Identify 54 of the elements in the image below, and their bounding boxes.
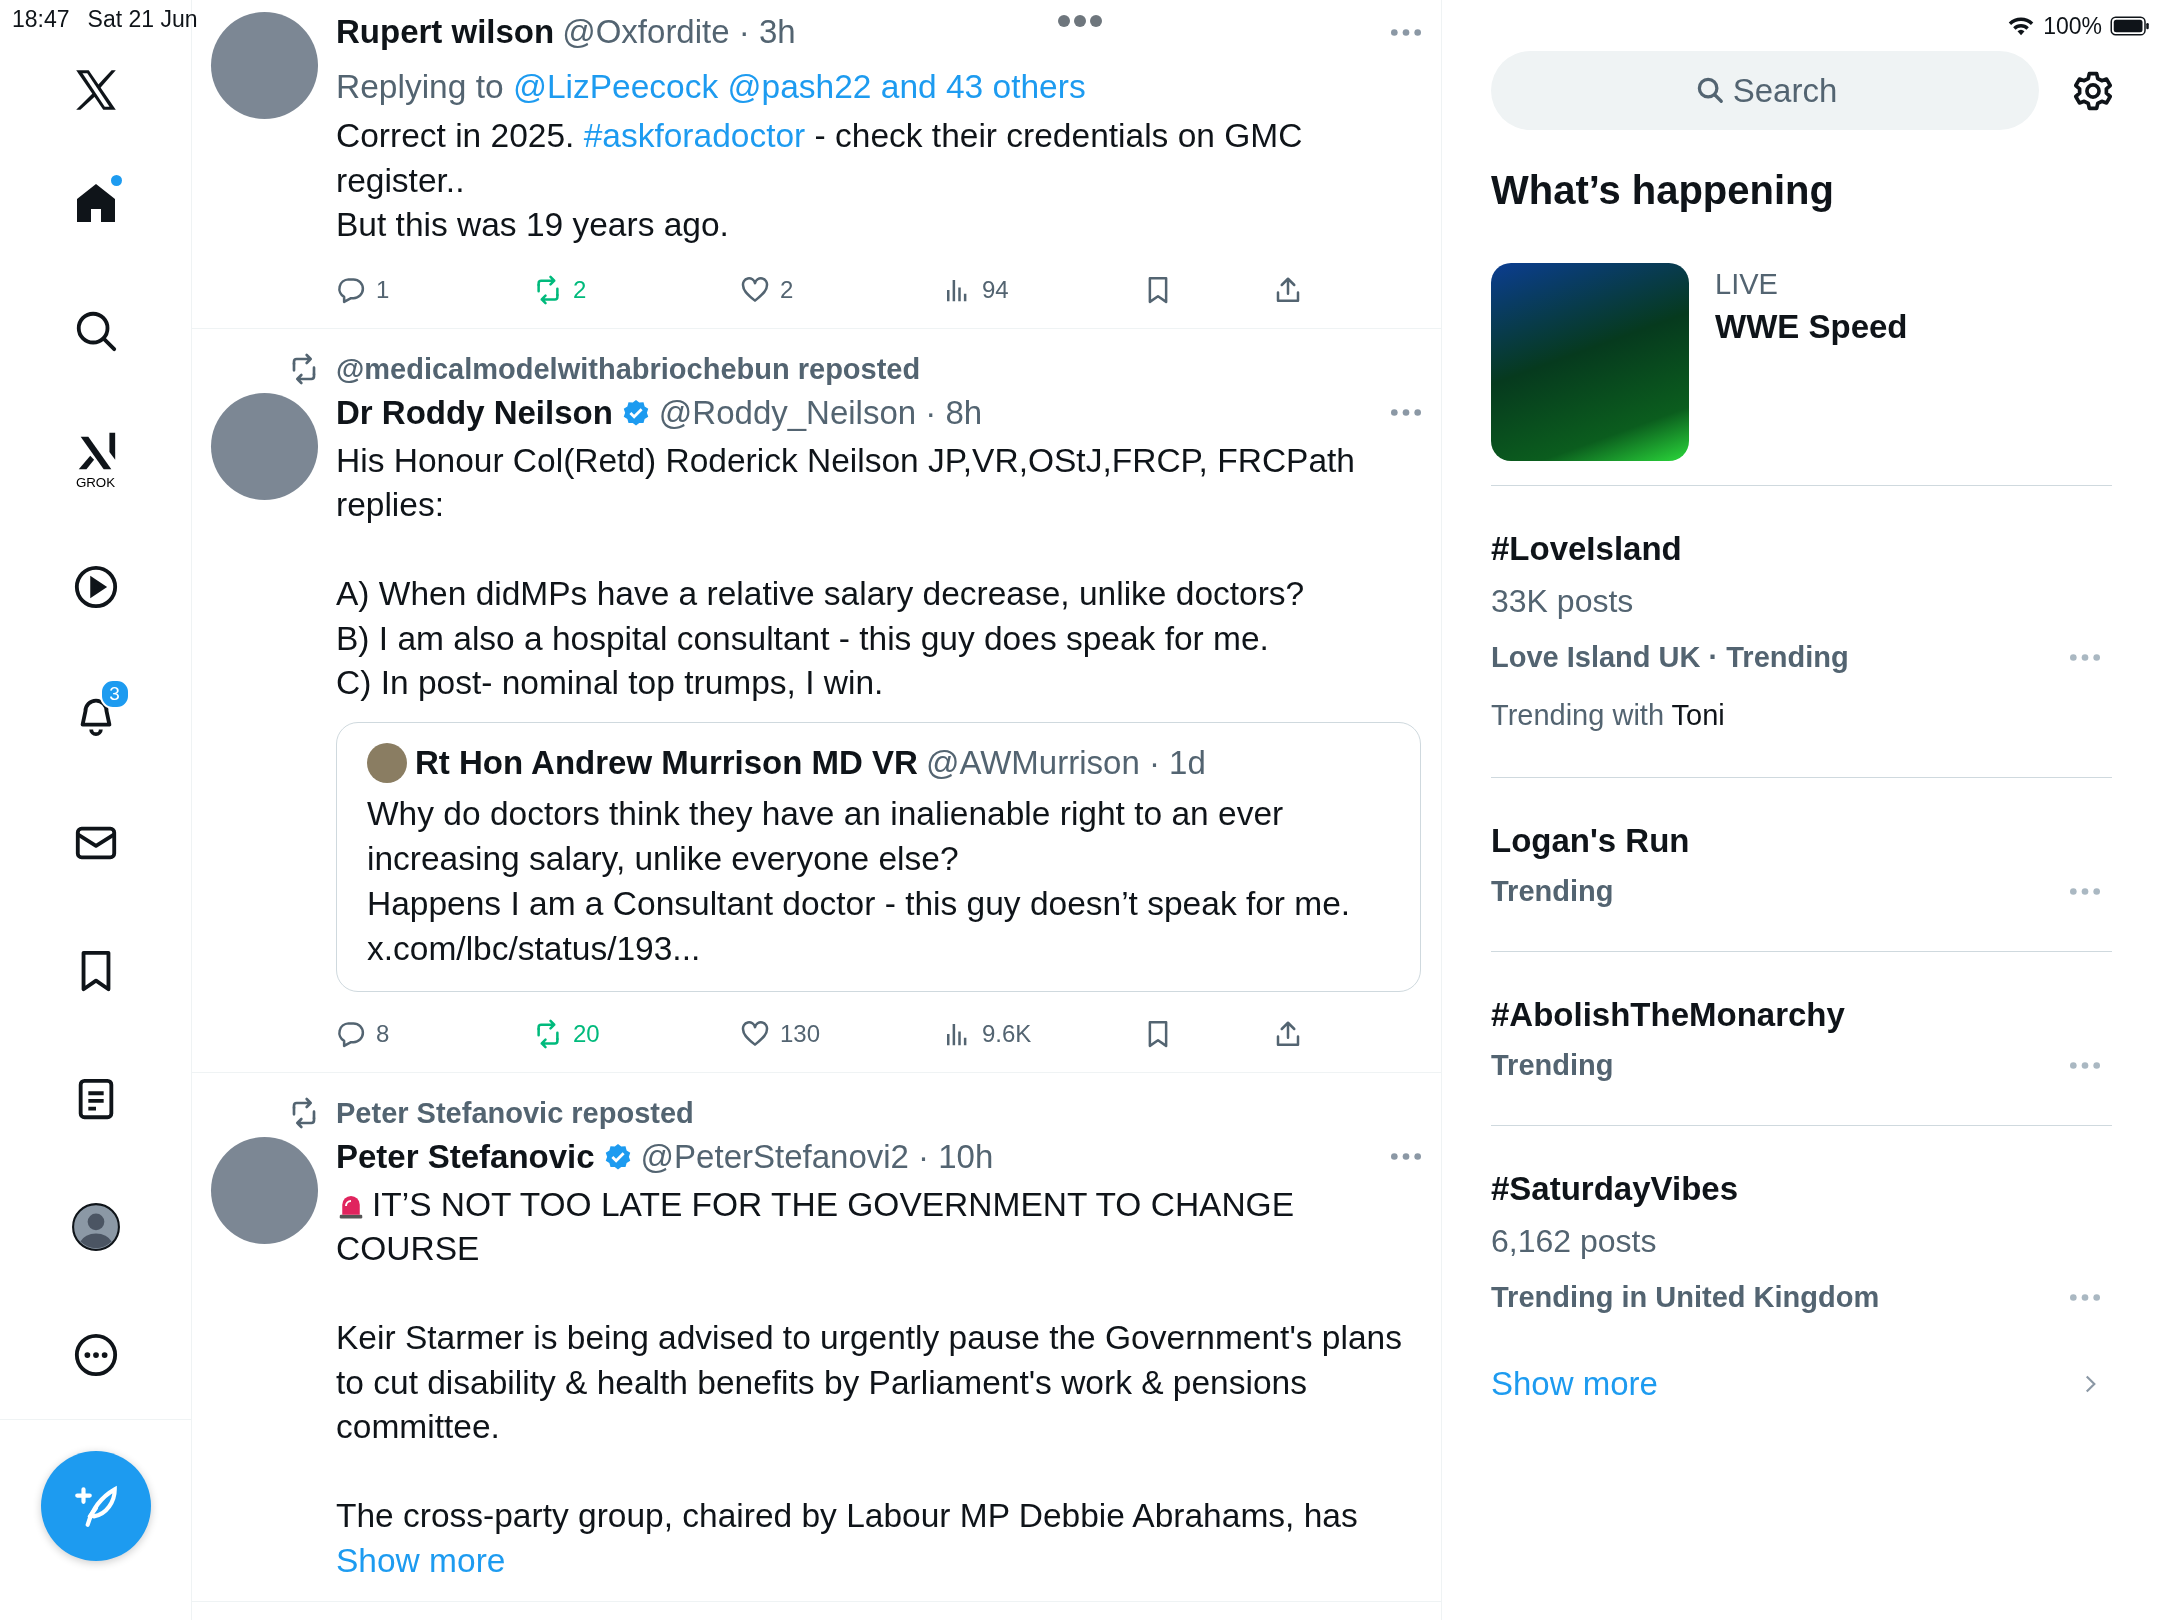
play-icon [72,564,119,610]
clock-time: 18:47 [12,6,70,33]
trend-title[interactable]: #SaturdayVibes [1491,1166,2112,1212]
notification-count: 3 [99,679,130,709]
author-handle: @PeterStefanovi2 · 10h [640,1137,994,1176]
trend-title[interactable]: #LoveIsland [1491,526,2112,572]
more-icon[interactable] [1391,409,1421,416]
author-handle: @AWMurrison · 1d [925,743,1206,782]
trending-with: Trending with Toni [1491,698,1726,733]
author-handle: @Oxfordite · 3h [562,13,796,51]
views-button[interactable]: 9.6K [942,1018,1143,1049]
section-heading: What’s happening [1491,168,1835,213]
heart-icon [740,274,770,305]
tweet-text: His Honour Col(Retd) Roderick Neilson JP,VR,OStJ,FRCP, FRCPath replies: A) When didMPs have a relative salary decrease, unlike doctors? B) I am also a hospital consultant - this guy does speak for me. C) In post- nominal top trumps, I win. [336,440,1356,703]
trend-title[interactable]: Logan's Run [1491,818,2112,864]
battery-percentage: 100% [2043,12,2102,40]
views-button[interactable]: 94 [942,274,1143,305]
repost-notice: @medicalmodelwithabriochebun reposted [336,351,922,387]
repost-notice: Peter Stefanovic reposted [336,1095,695,1131]
compose-button[interactable] [40,1451,151,1561]
event-title[interactable]: WWE Speed [1715,304,1908,350]
author-name: Rt Hon Andrew Murrison MD VR [415,743,918,782]
trend-context: Trending in United Kingdom [1491,1280,1880,1315]
multitasking-dots-icon[interactable] [1058,15,1102,27]
tweet-text: IT’S NOT TOO LATE FOR THE GOVERNMENT TO CHANGE COURSE Keir Starmer is being advised to urgently pause the Government's plans to cut disability & health benefits by Parliament's work & pensions committee. The cross-party group, chaired by Labour MP Debbie Abrahams, has Show more [336,1184,1403,1581]
author-name[interactable]: Peter Stefanovic [336,1137,595,1176]
avatar-photo [367,742,407,783]
search-field[interactable]: Search [1491,51,2039,130]
avatar-icon [70,1202,121,1252]
more-icon[interactable] [1391,28,1421,36]
quoted-post[interactable] [336,721,1421,992]
like-button[interactable]: 2 [740,274,942,305]
status-date: Sat 21 Jun [87,6,198,33]
quoted-text: Why do doctors think they have an inalienable right to an ever increasing salary, unlike everyone else? Happens I am a Consultant doctor - this guy doesn’t speak for me. x.com/lbc/status/193... [367,793,1352,969]
reply-button[interactable]: 8 [336,1018,533,1049]
author-handle: @Roddy_Neilson · 8h [658,393,983,432]
more-icon[interactable] [1391,1153,1421,1160]
author-name[interactable]: Dr Roddy Neilson [336,393,613,432]
post-count: 6,162 posts [1491,1222,1658,1261]
trend-title[interactable]: #AbolishTheMonarchy [1491,992,2112,1038]
heart-icon [740,1018,770,1049]
reply-button[interactable]: 1 [336,274,533,305]
post-count: 33K posts [1491,582,1635,621]
live-label: LIVE [1715,267,1779,302]
ellipsis-circle-icon [72,1332,119,1378]
like-button[interactable]: 130 [740,1018,942,1049]
event-thumbnail[interactable] [1491,263,1689,461]
trend-context: Trending [1491,1048,1614,1083]
tweet-text: Correct in 2025. #askforadoctor - check their credentials on GMC register.. But this was 19 years ago. [336,116,1304,245]
trend-context: Love Island UK · Trending [1491,640,1849,675]
replying-to: Replying to @LizPeecock @pash22 and 43 others [336,67,1087,107]
trend-context: Trending [1491,874,1614,909]
author-name[interactable]: Rupert wilson [336,13,555,51]
grok-nav-button[interactable]: GROK [59,423,132,495]
